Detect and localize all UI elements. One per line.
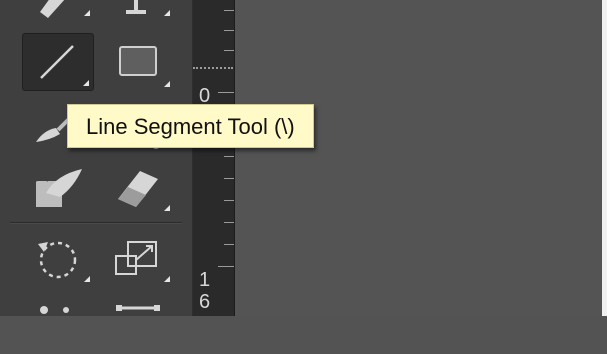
type-tool[interactable] [102, 0, 174, 20]
ruler-tick [218, 92, 234, 93]
flyout-indicator-icon [164, 205, 170, 211]
width-icon [40, 306, 69, 314]
ruler-tick [218, 266, 234, 267]
tool-group-divider [10, 222, 182, 224]
ruler-guide-marker [193, 67, 233, 71]
flyout-indicator-icon [84, 276, 90, 282]
vertical-ruler[interactable]: 0 1 6 [193, 0, 235, 316]
blob-brush-tool[interactable] [22, 157, 94, 215]
width-tool[interactable] [22, 296, 94, 354]
scale-tool[interactable] [102, 228, 174, 286]
free-transform-icon [116, 305, 160, 311]
ruler-tick [224, 30, 234, 31]
eraser-tool[interactable] [102, 157, 174, 215]
flyout-indicator-icon [84, 10, 90, 16]
flyout-indicator-icon [164, 10, 170, 16]
ruler-tick [224, 244, 234, 245]
ruler-tick [224, 156, 234, 157]
rectangle-tool[interactable] [102, 33, 174, 91]
flyout-indicator-icon [164, 276, 170, 282]
blob-brush-icon [35, 169, 82, 207]
ruler-tick [224, 222, 234, 223]
ruler-tick [224, 50, 234, 51]
pen-tool[interactable] [22, 0, 94, 20]
tool-tooltip: Line Segment Tool (\) [67, 104, 314, 148]
ruler-label: 6 [199, 291, 211, 313]
line-segment-tool[interactable] [22, 33, 94, 91]
ruler-label: 1 [199, 269, 211, 291]
flyout-indicator-icon [83, 80, 89, 86]
ruler-tick [224, 10, 234, 11]
ruler-tick [224, 178, 234, 179]
ruler-label: 0 [199, 85, 211, 107]
tools-panel [0, 0, 193, 316]
free-transform-tool[interactable] [102, 296, 174, 354]
flyout-indicator-icon [164, 81, 170, 87]
ruler-tick [224, 200, 234, 201]
rotate-tool[interactable] [22, 228, 94, 286]
window-edge [602, 0, 607, 316]
canvas-area[interactable] [235, 0, 607, 316]
